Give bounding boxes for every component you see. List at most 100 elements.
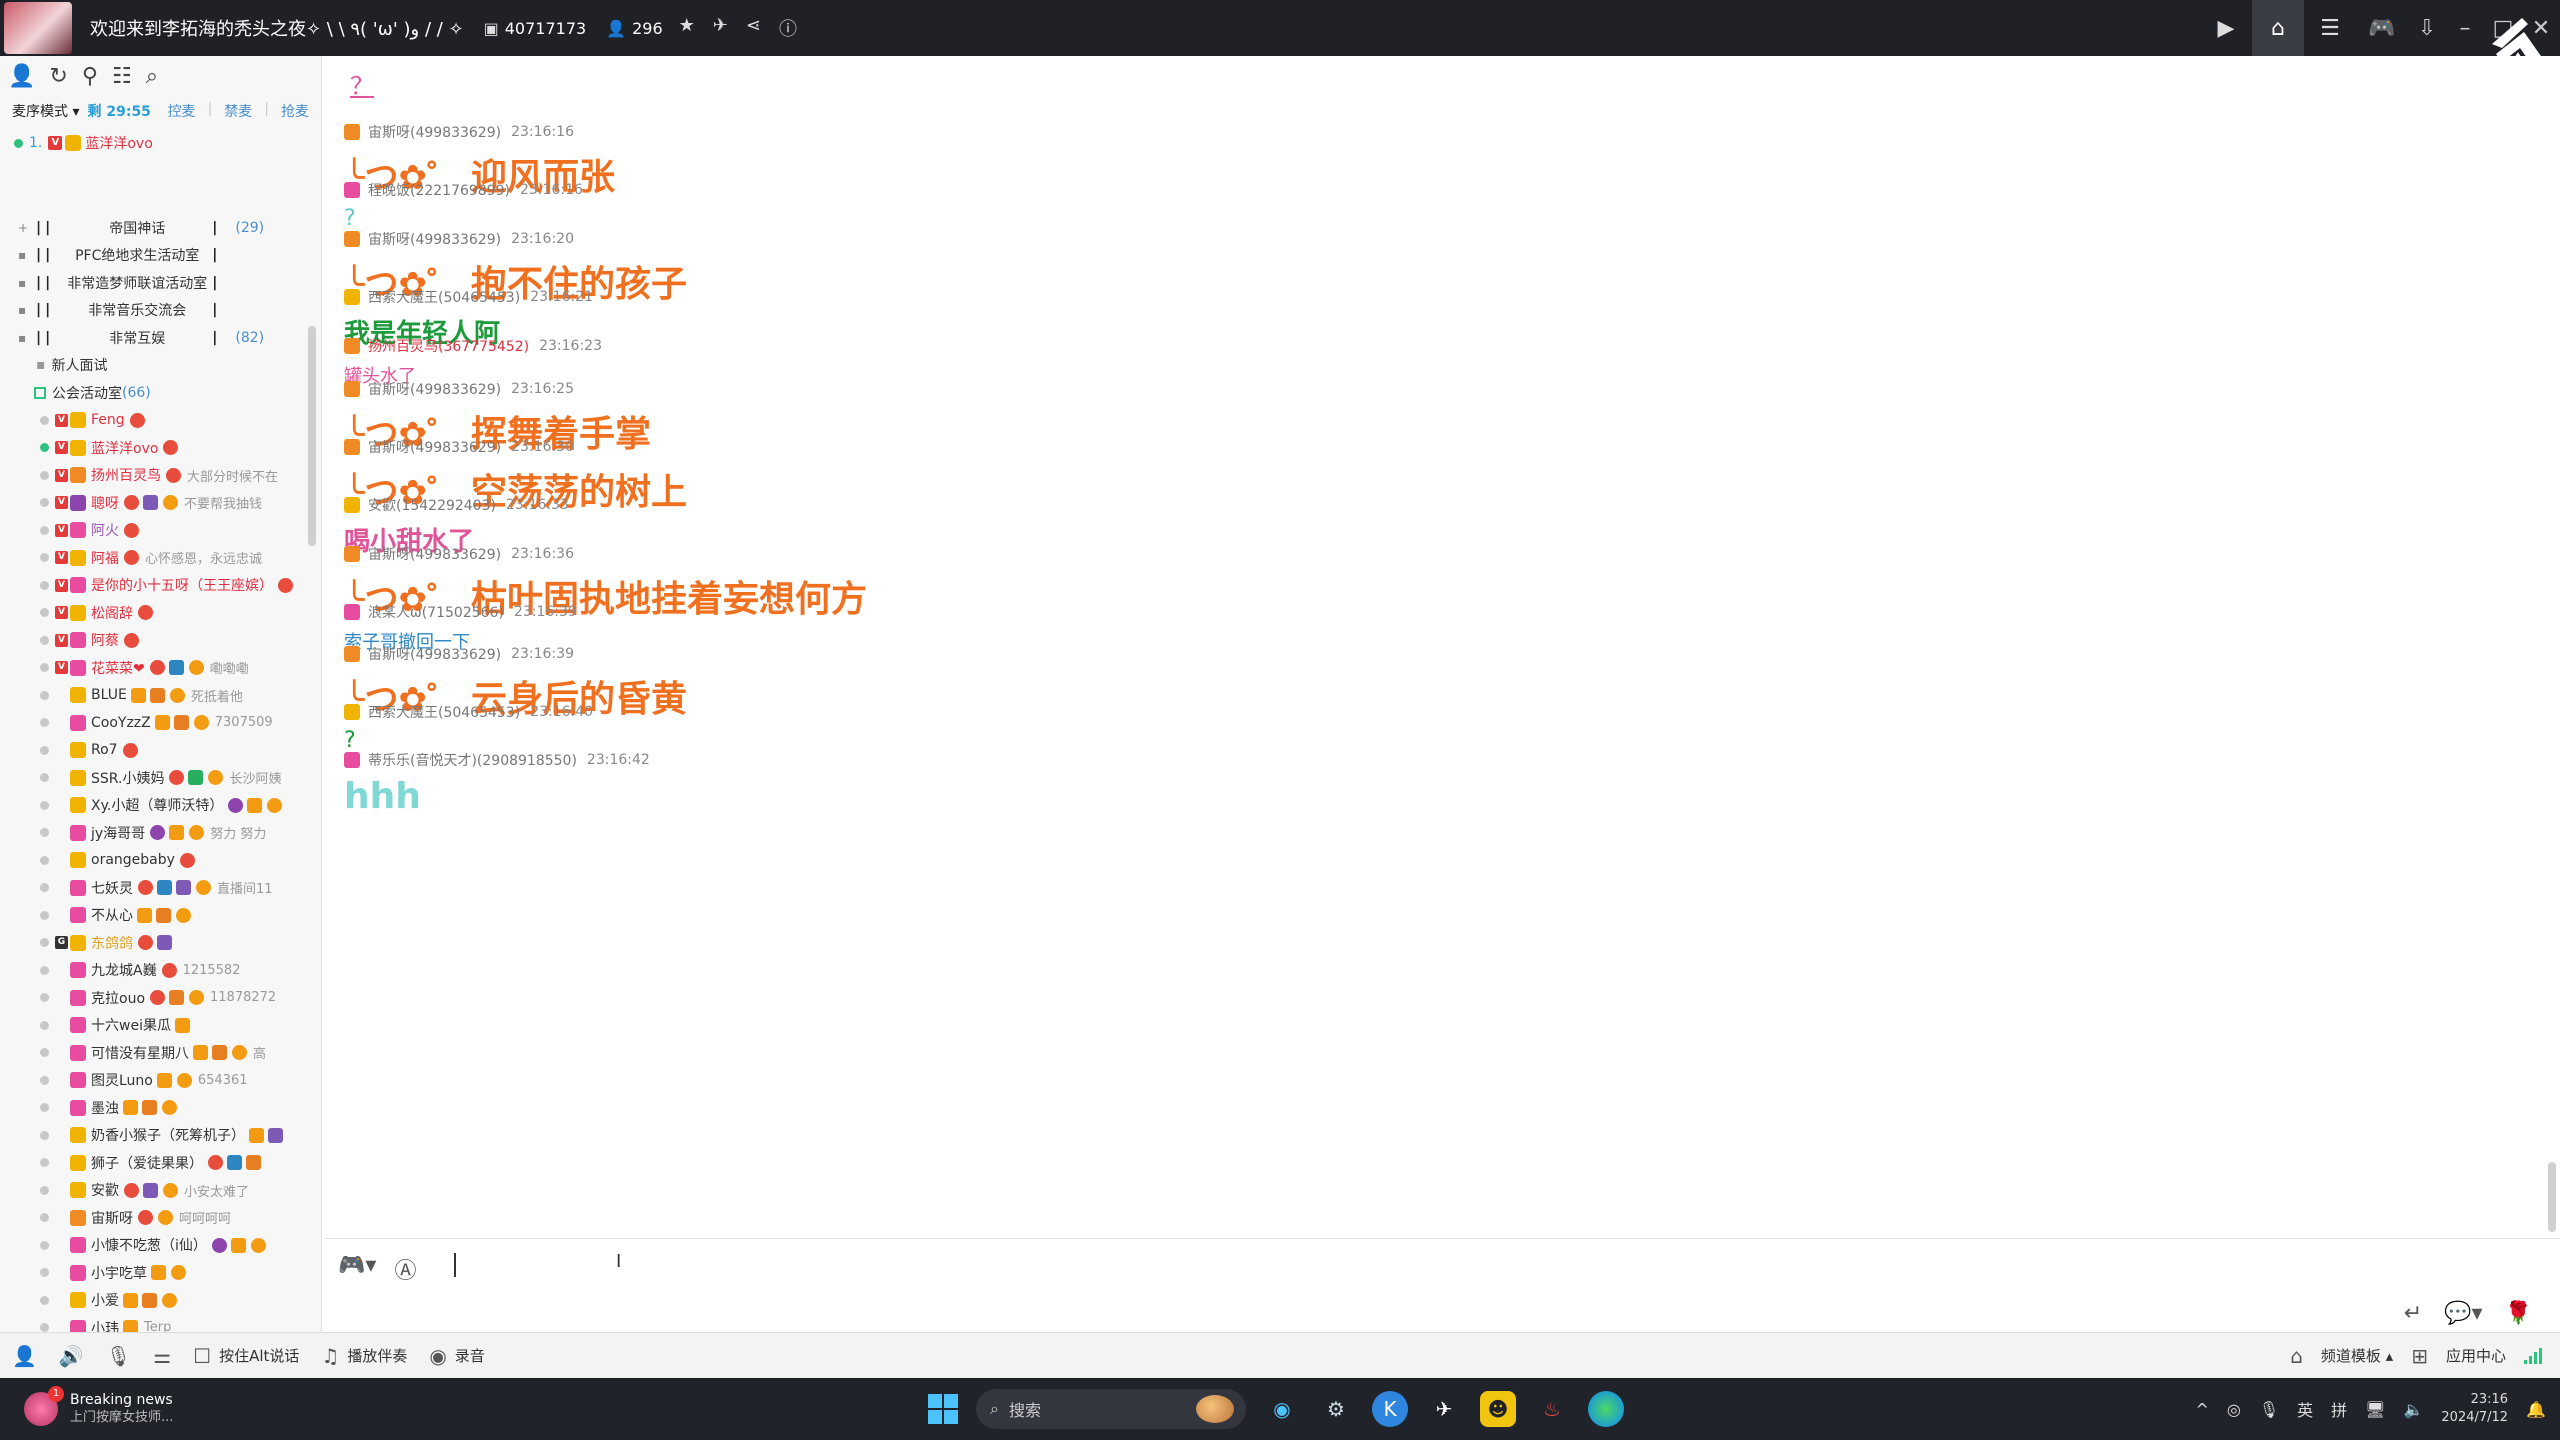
chat-options-icon[interactable]: 💬▾ (2444, 1301, 2482, 1326)
subchannel-item[interactable]: ▪ || PFC绝地求生活动室 | (0, 242, 320, 270)
user-item[interactable]: 小慷不吃葱（i仙） (0, 1232, 320, 1260)
speaker-icon[interactable]: 🔊 (59, 1344, 84, 1368)
channel-tree-scrollbar[interactable] (308, 326, 316, 546)
record-button[interactable]: ◉ 录音 (429, 1344, 484, 1368)
sender-name[interactable]: 西索大魔王(50465453) (368, 702, 520, 722)
app-center-button[interactable]: 应用中心 (2446, 1345, 2506, 1366)
windows-start-icon[interactable] (928, 1394, 958, 1424)
user-item[interactable]: BLUE 死抵着他 (0, 682, 320, 710)
microphone-icon[interactable]: 🎙 (106, 1344, 131, 1368)
push-to-talk-toggle[interactable]: ☐ 按住Alt说话 (193, 1344, 299, 1368)
user-item[interactable]: 狮子（爱徒果果） (0, 1149, 320, 1177)
taskbar-search[interactable]: ⌕ 搜索 (976, 1389, 1246, 1429)
user-item[interactable]: orangebaby (0, 847, 320, 875)
sender-name[interactable]: 宙斯呀(499833629) (368, 544, 501, 564)
favorite-icon[interactable]: ★ (679, 15, 695, 41)
home-icon[interactable]: ⌂ (2252, 0, 2304, 56)
user-item[interactable]: V 是你的小十五呀（王王座嫔） (0, 572, 320, 600)
news-widget[interactable]: 1 Breaking news 上门按摩女技师... (24, 1386, 173, 1427)
subchannel-item[interactable]: + || 帝国神话 | (29) (0, 214, 320, 242)
user-item[interactable]: 图灵Luno 654361 (0, 1067, 320, 1095)
refresh-icon[interactable]: ↻ (49, 64, 67, 89)
user-item[interactable]: V Feng (0, 407, 320, 435)
user-item[interactable]: jy海哥哥 努力 努力 (0, 819, 320, 847)
sender-name[interactable]: 安歡(1542292403) (368, 495, 496, 515)
notes-icon[interactable]: ☷ (112, 64, 132, 89)
user-item[interactable]: 不从心 (0, 902, 320, 930)
share-icon[interactable]: ⋖ (746, 15, 761, 41)
app-grid-icon[interactable]: ⊞ (2411, 1344, 2428, 1368)
chat-scrollbar[interactable] (2548, 1162, 2556, 1232)
sender-name[interactable]: 宙斯呀(499833629) (368, 644, 501, 664)
user-item[interactable]: V 阿福 心怀感恩，永远忠诚 (0, 544, 320, 572)
edge-browser-icon[interactable] (1588, 1391, 1624, 1427)
sender-name[interactable]: 宙斯呀(499833629) (368, 229, 501, 249)
user-item[interactable]: 安歡 小安太难了 (0, 1177, 320, 1205)
user-item[interactable]: 七妖灵 直播间11 (0, 874, 320, 902)
user-item[interactable]: V 扬州百灵鸟 大部分时候不在 (0, 462, 320, 490)
sender-name[interactable]: 宙斯呀(499833629) (368, 437, 501, 457)
video-icon[interactable]: ▶ (2200, 0, 2252, 56)
sender-name[interactable]: 宙斯呀(499833629) (368, 122, 501, 142)
emoji-icon[interactable]: 🎮▾ (338, 1253, 376, 1285)
app-plane-icon[interactable]: ✈ (1426, 1391, 1462, 1427)
user-item[interactable]: G 东鸽鸽 (0, 929, 320, 957)
cortana-icon[interactable]: ◉ (1264, 1391, 1300, 1427)
user-item[interactable]: 小爱 (0, 1287, 320, 1315)
user-item[interactable]: V 花菜菜❤ 嘞嘞嘞 (0, 654, 320, 682)
sender-name[interactable]: 宙斯呀(499833629) (368, 379, 501, 399)
tray-mic-icon[interactable]: 🎙 (2259, 1400, 2279, 1419)
list-icon[interactable]: ☰ (2304, 0, 2356, 56)
user-item[interactable]: V 聰呀 不要帮我抽钱 (0, 489, 320, 517)
volume-icon[interactable]: 🔈 (2403, 1400, 2423, 1419)
mic-queue-item[interactable]: 1. V 蓝洋洋ovo (0, 126, 321, 160)
subchannel-item[interactable]: ▪ || 非常互娱 | (82) (0, 324, 320, 352)
channel-guild[interactable]: 公会活动室 (66) (0, 379, 320, 407)
user-item[interactable]: V 阿火 (0, 517, 320, 545)
mic-mode-dropdown[interactable]: 麦序模式 ▾ (12, 101, 79, 121)
ime-mode[interactable]: 拼 (2331, 1397, 2347, 1421)
user-item[interactable]: 小玮 Terp (0, 1314, 320, 1334)
user-item[interactable]: 宙斯呀 呵呵呵呵 (0, 1204, 320, 1232)
channel-avatar[interactable] (4, 2, 72, 54)
user-item[interactable]: V 松阁辞 (0, 599, 320, 627)
search-icon[interactable]: ⌕ (146, 64, 158, 89)
user-item[interactable]: V 蓝洋洋ovo (0, 434, 320, 462)
user-icon[interactable]: 👤 (8, 64, 35, 89)
user-item[interactable]: Xy.小超（尊师沃特） (0, 792, 320, 820)
yy-voice-icon[interactable]: ☻ (1480, 1391, 1516, 1427)
user-item[interactable]: SSR.小姨妈 长沙阿姨 (0, 764, 320, 792)
network-icon[interactable]: 🖥 (2365, 1400, 2385, 1419)
notification-bell-icon[interactable]: 🔔 (2526, 1400, 2546, 1419)
user-status-icon[interactable]: 👤 (12, 1344, 37, 1368)
minimize-icon[interactable]: – (2446, 0, 2484, 56)
subchannel-item[interactable]: ▪ || 非常造梦师联谊活动室 | (0, 269, 320, 297)
gift-app-icon[interactable]: ♨ (1534, 1391, 1570, 1427)
sender-name[interactable]: 扬州百灵鸟(367775452) (368, 336, 529, 356)
system-clock[interactable]: 23:16 2024/7/12 (2441, 1391, 2508, 1427)
gamepad-icon[interactable]: 🎮 (2356, 0, 2408, 56)
home-icon[interactable]: ⌂ (2290, 1344, 2303, 1368)
flower-gift-icon[interactable]: 🌹 (2505, 1301, 2532, 1326)
steam-icon[interactable]: ⚙ (1318, 1391, 1354, 1427)
ime-language[interactable]: 英 (2297, 1397, 2313, 1421)
sender-name[interactable]: 程晚饭(2221769899) (368, 180, 510, 200)
info-icon[interactable]: ⓘ (779, 15, 797, 41)
user-item[interactable]: 奶香小猴子（死筹机子） (0, 1122, 320, 1150)
equalizer-icon[interactable]: ⚌ (153, 1344, 171, 1368)
kook-icon[interactable]: K (1372, 1391, 1408, 1427)
user-item[interactable]: 十六wei果瓜 (0, 1012, 320, 1040)
user-item[interactable]: 墨浊 (0, 1094, 320, 1122)
tray-app-icon[interactable]: ◎ (2227, 1400, 2241, 1419)
subchannel-item[interactable]: ▪ || 非常音乐交流会 | (0, 297, 320, 325)
user-item[interactable]: CooYzzZ 7307509 (0, 709, 320, 737)
user-item[interactable]: V 阿蔡 (0, 627, 320, 655)
user-item[interactable]: 九龙城A巍 1215582 (0, 957, 320, 985)
enter-send-icon[interactable]: ↵ (2404, 1301, 2422, 1326)
channel-newbie[interactable]: ▪ 新人面试 (0, 352, 320, 380)
user-item[interactable]: 小宇吃草 (0, 1259, 320, 1287)
message-input-area[interactable]: 🎮▾ Ⓐ I ↵ 💬▾ 🌹 (324, 1238, 2560, 1332)
grab-mic-button[interactable]: 抢麦 (281, 101, 309, 121)
user-item[interactable]: 可惜没有星期八 高 (0, 1039, 320, 1067)
sender-name[interactable]: 蒂乐乐(音悦天才)(2908918550) (368, 750, 577, 770)
